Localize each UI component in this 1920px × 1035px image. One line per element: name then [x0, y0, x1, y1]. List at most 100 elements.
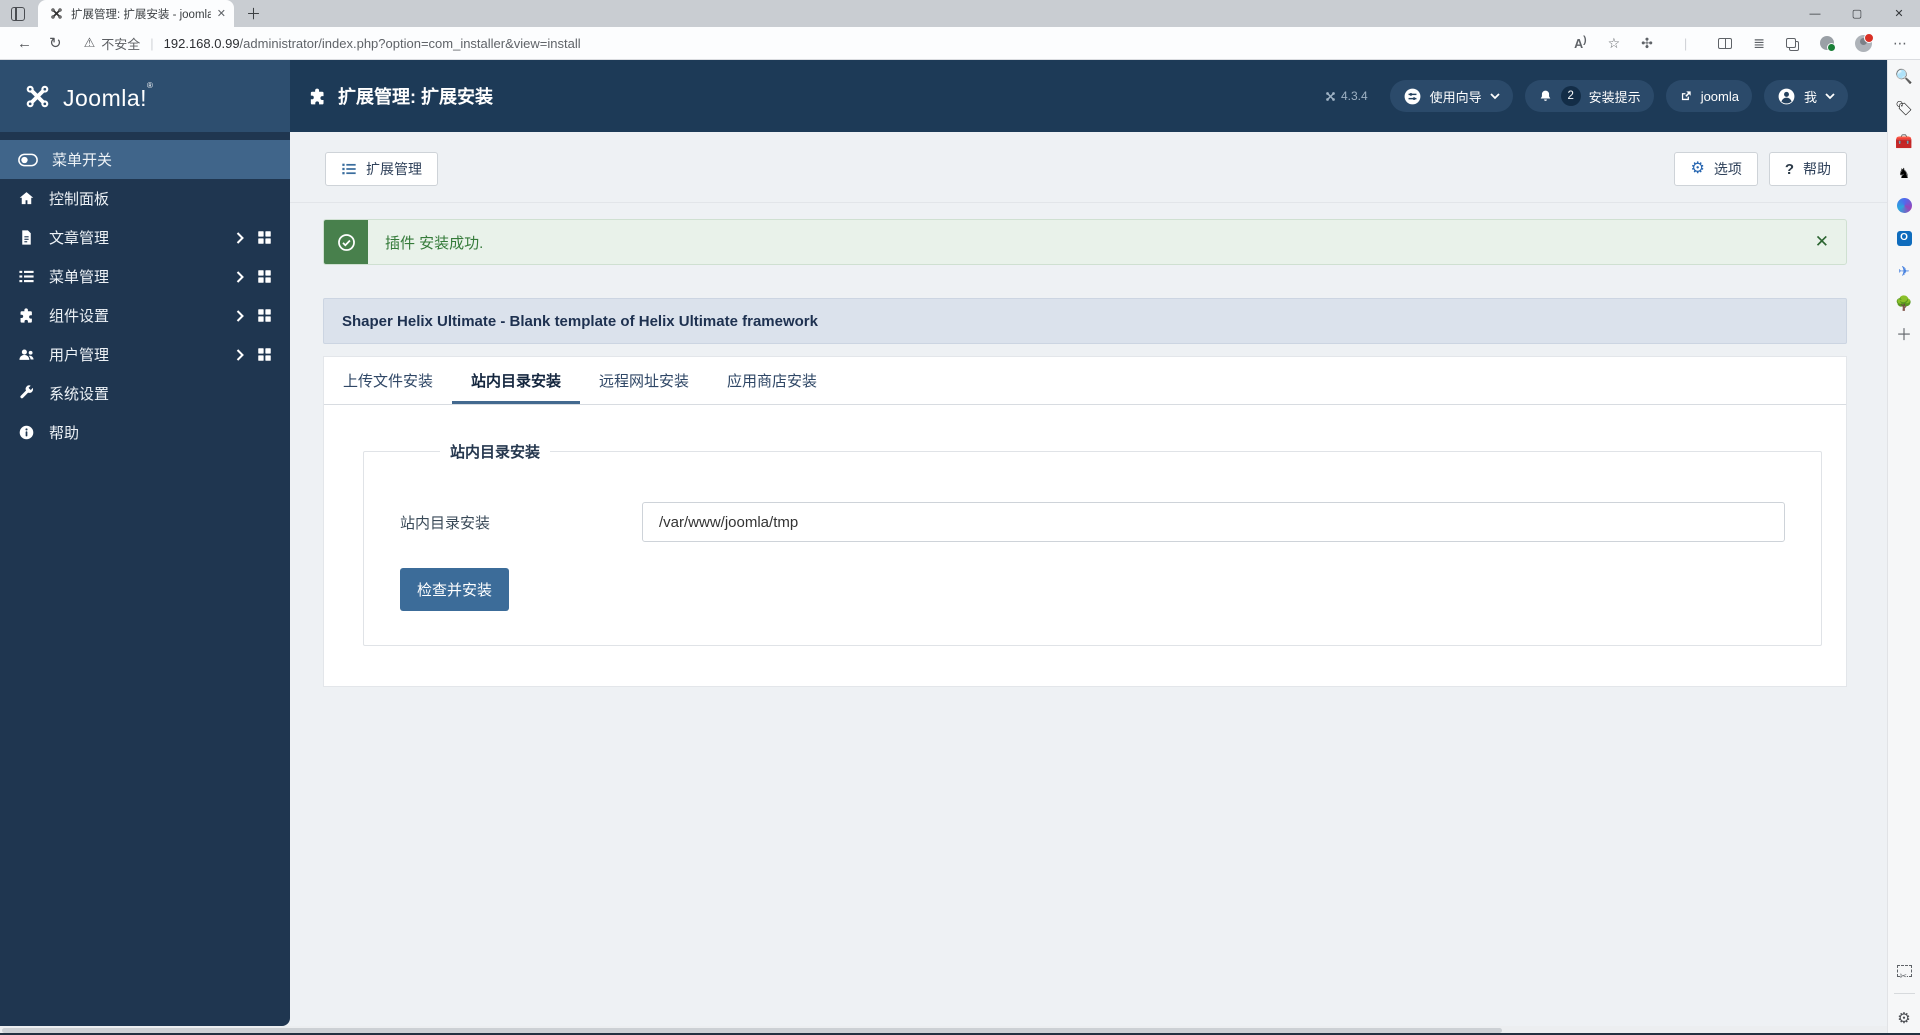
grid-icon[interactable] — [257, 269, 272, 284]
installed-template-notice: Shaper Helix Ultimate - Blank template o… — [323, 298, 1847, 344]
warning-icon: ⚠ — [83, 35, 96, 50]
user-menu-button[interactable]: 我 — [1763, 80, 1848, 112]
home-icon — [19, 192, 34, 205]
sidebar-item-dashboard[interactable]: 控制面板 — [0, 179, 290, 218]
sidebar-item-system[interactable]: 系统设置 — [0, 374, 290, 413]
new-tab-button[interactable]: ＋ — [246, 3, 261, 24]
rail-divider — [1893, 992, 1915, 994]
grid-icon[interactable] — [257, 230, 272, 245]
puzzle-icon — [20, 308, 32, 323]
manage-extensions-button[interactable]: 扩展管理 — [325, 152, 438, 186]
joomla-admin-page: Joomla!® 扩展管理: 扩展安装 4.3.4 使用向导 2 安装提示 jo… — [0, 60, 1887, 1026]
chevron-right-icon — [236, 270, 244, 283]
post-installation-messages-button[interactable]: 2 安装提示 — [1524, 80, 1654, 112]
grid-icon[interactable] — [257, 308, 272, 323]
chevron-right-icon — [236, 309, 244, 322]
grow-tree-icon[interactable]: 🌳 — [1895, 295, 1912, 312]
install-folder-label: 站内目录安装 — [400, 514, 491, 532]
alert-message: 插件 安装成功. — [385, 234, 484, 252]
success-alert: 插件 安装成功. ✕ — [323, 219, 1847, 265]
sidebar-item-components[interactable]: 组件设置 — [0, 296, 290, 335]
install-folder-input[interactable] — [642, 502, 1785, 542]
collections-icon[interactable] — [1786, 38, 1796, 48]
installer-tabs: 上传文件安装 站内目录安装 远程网址安装 应用商店安装 — [324, 357, 1846, 405]
refresh-icon[interactable]: ↻ — [49, 34, 62, 52]
favorites-bar-icon[interactable]: ≣ — [1753, 35, 1765, 52]
shopping-tag-icon[interactable]: 🏷 — [1895, 100, 1913, 117]
version-badge: 4.3.4 — [1325, 89, 1368, 103]
tab-title: 扩展管理: 扩展安装 - joomla - 后 — [71, 8, 211, 21]
outlook-icon[interactable]: O — [1896, 230, 1913, 247]
favorites-star-icon[interactable]: ☆ — [1608, 35, 1621, 52]
tab-install-from-url[interactable]: 远程网址安装 — [580, 357, 708, 404]
admin-header: Joomla!® 扩展管理: 扩展安装 4.3.4 使用向导 2 安装提示 jo… — [0, 60, 1887, 132]
profile-avatar[interactable] — [1855, 32, 1874, 52]
browser-tab-strip: 扩展管理: 扩展安装 - joomla - 后 ✕ ＋ — ▢ ✕ — [0, 0, 1920, 27]
check-and-install-button[interactable]: 检查并安装 — [400, 568, 510, 611]
users-icon — [19, 349, 34, 360]
read-aloud-icon[interactable]: A) — [1574, 35, 1587, 51]
chevron-right-icon — [236, 348, 244, 361]
chip-divider: | — [150, 35, 154, 51]
toolbar: 扩展管理 ⚙ 选项 ? 帮助 — [290, 132, 1887, 203]
options-button[interactable]: ⚙ 选项 — [1674, 152, 1758, 186]
info-icon — [19, 425, 34, 440]
admin-content: 扩展管理 ⚙ 选项 ? 帮助 插件 安装成功. ✕ Shaper Helix U… — [290, 132, 1887, 1026]
joomla-mark-icon — [26, 85, 49, 107]
sidebar-item-help[interactable]: 帮助 — [0, 413, 290, 452]
split-screen-icon[interactable] — [1718, 37, 1733, 49]
chevron-down-icon — [1490, 92, 1500, 99]
grid-icon[interactable] — [257, 347, 272, 362]
toolbar-divider: | — [1683, 35, 1688, 51]
tab-install-from-folder[interactable]: 站内目录安装 — [452, 357, 580, 404]
toolbox-icon[interactable]: 🧰 — [1895, 132, 1912, 149]
question-icon: ? — [1784, 160, 1794, 178]
gear-icon: ⚙ — [1690, 160, 1705, 177]
security-label: 不安全 — [101, 36, 141, 52]
sidebar-item-menu-toggle[interactable]: 菜单开关 — [0, 140, 290, 179]
sidebar-item-menus[interactable]: 菜单管理 — [0, 257, 290, 296]
window-close-button[interactable]: ✕ — [1878, 0, 1920, 27]
add-app-icon[interactable]: ＋ — [1896, 327, 1913, 344]
browser-address-bar: ← ↻ ⚠ 不安全 | 192.168.0.99/administrator/i… — [0, 27, 1920, 60]
site-security-chip[interactable]: ⚠ 不安全 — [84, 34, 141, 53]
games-icon[interactable]: ♞ — [1896, 165, 1913, 182]
list-icon — [19, 270, 34, 283]
more-menu-icon[interactable]: ⋯ — [1893, 35, 1907, 52]
tab-install-from-web[interactable]: 应用商店安装 — [708, 357, 836, 404]
workspaces-icon[interactable] — [11, 6, 25, 21]
window-minimize-button[interactable]: — — [1794, 0, 1836, 27]
sidebar-item-content[interactable]: 文章管理 — [0, 218, 290, 257]
tab-upload-package[interactable]: 上传文件安装 — [324, 357, 452, 404]
joomla-logo[interactable]: Joomla!® — [0, 60, 290, 132]
window-maximize-button[interactable]: ▢ — [1836, 0, 1878, 27]
sliders-icon — [1404, 88, 1421, 104]
alert-close-icon[interactable]: ✕ — [1798, 232, 1846, 252]
check-circle-icon — [324, 220, 368, 264]
guided-tour-button[interactable]: 使用向导 — [1389, 80, 1513, 112]
microsoft-365-icon[interactable] — [1896, 197, 1913, 214]
preview-site-button[interactable]: joomla — [1665, 80, 1752, 112]
external-link-icon — [1681, 91, 1691, 101]
install-from-folder-fieldset: 站内目录安装 站内目录安装 检查并安装 — [363, 441, 1822, 646]
settings-gear-icon[interactable]: ⚙ — [1897, 1009, 1910, 1027]
back-icon[interactable]: ← — [17, 35, 32, 52]
sidebar-item-users[interactable]: 用户管理 — [0, 335, 290, 374]
joomla-mini-mark-icon — [1326, 91, 1335, 101]
puzzle-icon — [310, 88, 324, 104]
notification-count-badge: 2 — [1560, 86, 1581, 106]
fieldset-legend: 站内目录安装 — [450, 444, 541, 461]
search-icon[interactable]: 🔍 — [1895, 67, 1912, 84]
chevron-down-icon — [1825, 92, 1835, 99]
url-text[interactable]: 192.168.0.99/administrator/index.php?opt… — [164, 36, 581, 51]
screenshot-icon[interactable]: ✂ — [1896, 965, 1912, 982]
installer-card: 上传文件安装 站内目录安装 远程网址安装 应用商店安装 站内目录安装 站内目录安… — [323, 356, 1847, 687]
essentials-icon[interactable]: ✣ — [1641, 35, 1653, 52]
help-button[interactable]: ? 帮助 — [1768, 152, 1847, 186]
browser-tab[interactable]: 扩展管理: 扩展安装 - joomla - 后 ✕ — [38, 0, 234, 27]
tab-close-icon[interactable]: ✕ — [217, 7, 226, 20]
drop-icon[interactable]: ✈ — [1896, 262, 1913, 279]
joomla-favicon — [51, 8, 62, 19]
extension-icon[interactable] — [1820, 36, 1836, 52]
chevron-right-icon — [236, 231, 244, 244]
